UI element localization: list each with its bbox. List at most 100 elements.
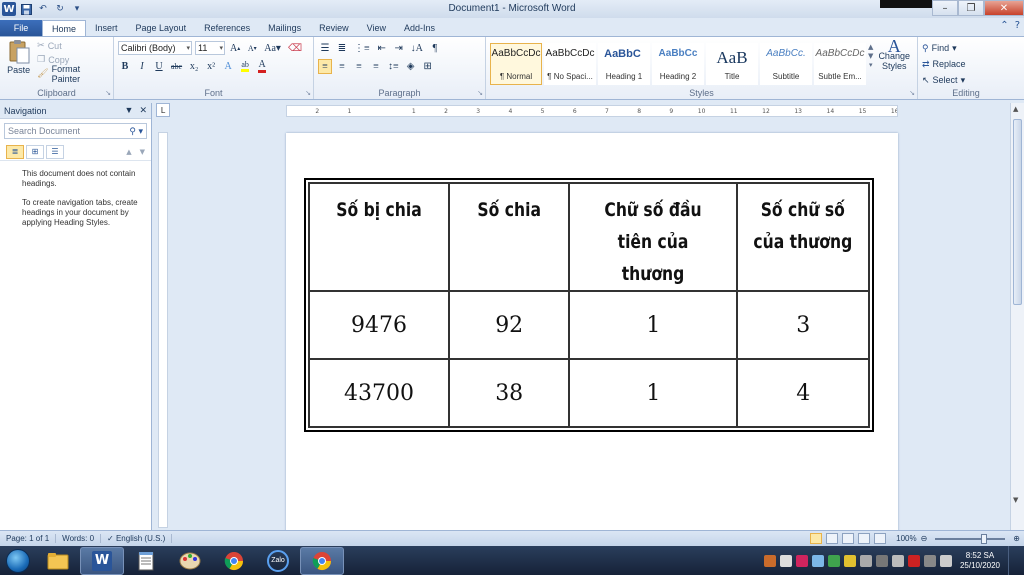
- save-icon[interactable]: [19, 2, 33, 16]
- clear-formatting-icon[interactable]: ⌫: [286, 41, 304, 56]
- numbering-icon[interactable]: ≣: [335, 41, 349, 56]
- font-name-combo[interactable]: Calibri (Body) ▾: [118, 41, 192, 55]
- style-heading-2[interactable]: AaBbCc Heading 2: [652, 43, 704, 85]
- print-layout-view-button[interactable]: [810, 533, 823, 544]
- header-cell[interactable]: Chữ số đầu tiên của thương: [583, 182, 724, 292]
- nav-close-icon[interactable]: ✕: [139, 105, 147, 116]
- sort-icon[interactable]: ↓A: [409, 41, 425, 56]
- table-cell[interactable]: 38: [447, 358, 571, 428]
- change-case-button[interactable]: Aa ▾: [262, 41, 283, 56]
- tab-page-layout[interactable]: Page Layout: [127, 20, 196, 36]
- tab-view[interactable]: View: [358, 20, 395, 36]
- font-size-combo[interactable]: 11 ▾: [195, 41, 225, 55]
- align-center-icon[interactable]: ≡: [335, 59, 349, 74]
- table-cell[interactable]: 1: [568, 358, 739, 428]
- grow-font-icon[interactable]: A ▴: [228, 41, 242, 56]
- align-left-icon[interactable]: ≡: [318, 58, 332, 74]
- taskbar-word[interactable]: W: [80, 546, 124, 575]
- table-cell[interactable]: 3: [736, 290, 870, 360]
- table-cell[interactable]: 1: [568, 290, 739, 360]
- tab-review[interactable]: Review: [310, 20, 358, 36]
- tab-browse-pages[interactable]: ⊞: [26, 144, 44, 159]
- italic-button[interactable]: I: [135, 59, 149, 74]
- tab-browse-headings[interactable]: ≣: [6, 144, 24, 159]
- vertical-ruler[interactable]: [158, 132, 168, 528]
- vertical-scrollbar[interactable]: ▲ ▼: [1010, 103, 1024, 530]
- line-spacing-icon[interactable]: ↕≡: [386, 59, 401, 74]
- style-no-spacing[interactable]: AaBbCcDc ¶ No Spaci...: [544, 43, 596, 85]
- zoom-slider-knob[interactable]: [981, 533, 988, 544]
- action-center-icon[interactable]: [939, 554, 952, 567]
- format-painter-button[interactable]: 🖌 Format Painter: [37, 64, 109, 84]
- taskbar-explorer[interactable]: [36, 547, 80, 575]
- minimize-ribbon-icon[interactable]: ⌃: [1000, 20, 1008, 31]
- header-cell[interactable]: Số chia: [459, 182, 560, 292]
- taskbar-chrome-2[interactable]: [300, 546, 344, 575]
- header-cell[interactable]: Số chữ số của thương: [748, 182, 858, 292]
- tab-references[interactable]: References: [195, 20, 259, 36]
- gallery-more-icon[interactable]: ▾: [869, 61, 873, 69]
- word-app-icon[interactable]: W: [2, 2, 16, 16]
- show-desktop-button[interactable]: [1008, 546, 1018, 575]
- styles-launcher-icon[interactable]: ↘: [909, 89, 915, 97]
- tray-app-icon[interactable]: [795, 554, 808, 567]
- taskbar-zalo[interactable]: Zalo: [256, 547, 300, 575]
- gallery-up-icon[interactable]: ▲: [868, 43, 873, 51]
- tab-selector[interactable]: L: [156, 103, 170, 117]
- taskbar-paint[interactable]: [168, 547, 212, 575]
- borders-icon[interactable]: ⊞: [421, 59, 435, 74]
- clock[interactable]: 8:52 SA 25/10/2020: [960, 551, 1000, 571]
- highlight-icon[interactable]: ab: [238, 59, 252, 74]
- nav-options-icon[interactable]: ▼: [125, 105, 134, 116]
- minimize-icon[interactable]: –: [932, 0, 958, 16]
- replace-button[interactable]: ⇄ Replace: [922, 57, 1010, 71]
- table-cell[interactable]: 4: [736, 358, 870, 428]
- taskbar-notepad[interactable]: [124, 547, 168, 575]
- tray-app-icon[interactable]: [891, 554, 904, 567]
- redo-icon[interactable]: ↻: [53, 2, 67, 16]
- restore-icon[interactable]: ❐: [958, 0, 984, 16]
- scroll-down-icon[interactable]: ▼: [1013, 496, 1018, 504]
- shading-icon[interactable]: ◈: [404, 59, 418, 74]
- scroll-up-icon[interactable]: ▲: [1013, 105, 1018, 113]
- search-icon[interactable]: ⚲ ▾: [129, 126, 143, 137]
- full-screen-reading-view-button[interactable]: [826, 533, 839, 544]
- tray-app-icon[interactable]: [827, 554, 840, 567]
- table-cell[interactable]: 9476: [308, 290, 450, 360]
- tray-app-icon[interactable]: [811, 554, 824, 567]
- tab-file[interactable]: File: [0, 20, 42, 36]
- scroll-thumb[interactable]: [1013, 119, 1022, 305]
- font-launcher-icon[interactable]: ↘: [305, 89, 311, 97]
- align-right-icon[interactable]: ≡: [352, 59, 366, 74]
- search-document-input[interactable]: Search Document ⚲ ▾: [4, 123, 147, 139]
- volume-icon[interactable]: [859, 554, 872, 567]
- underline-button[interactable]: U: [152, 59, 166, 74]
- shield-icon[interactable]: [907, 554, 920, 567]
- cut-button[interactable]: ✂ Cut: [37, 39, 109, 52]
- draft-view-button[interactable]: [874, 533, 887, 544]
- tray-app-icon[interactable]: [843, 554, 856, 567]
- zoom-level[interactable]: 100%: [896, 534, 916, 543]
- close-icon[interactable]: ✕: [984, 0, 1024, 16]
- tray-app-icon[interactable]: [779, 554, 792, 567]
- tab-insert[interactable]: Insert: [86, 20, 127, 36]
- outline-view-button[interactable]: [858, 533, 871, 544]
- zoom-slider[interactable]: [935, 533, 1006, 544]
- language-indicator[interactable]: ✓ English (U.S.): [101, 534, 173, 543]
- tray-app-icon[interactable]: [875, 554, 888, 567]
- style-title[interactable]: AaB Title: [706, 43, 758, 85]
- nav-next-icon[interactable]: ▼: [140, 148, 145, 156]
- horizontal-ruler[interactable]: 2112345678910111213141516171819: [286, 105, 898, 117]
- bold-button[interactable]: B: [118, 59, 132, 74]
- tab-add-ins[interactable]: Add-Ins: [395, 20, 444, 36]
- nav-previous-icon[interactable]: ▲: [126, 148, 131, 156]
- start-button[interactable]: [0, 547, 36, 575]
- table-cell[interactable]: 43700: [308, 358, 450, 428]
- customize-qat-icon[interactable]: ▾: [70, 2, 84, 16]
- network-icon[interactable]: [923, 554, 936, 567]
- document-page[interactable]: Số bị chia Số chia Chữ số đầu tiên của t…: [286, 133, 898, 530]
- shrink-font-icon[interactable]: A ▾: [245, 41, 259, 56]
- justify-icon[interactable]: ≡: [369, 59, 383, 74]
- undo-icon[interactable]: ↶: [36, 2, 50, 16]
- header-cell[interactable]: Số bị chia: [320, 182, 438, 292]
